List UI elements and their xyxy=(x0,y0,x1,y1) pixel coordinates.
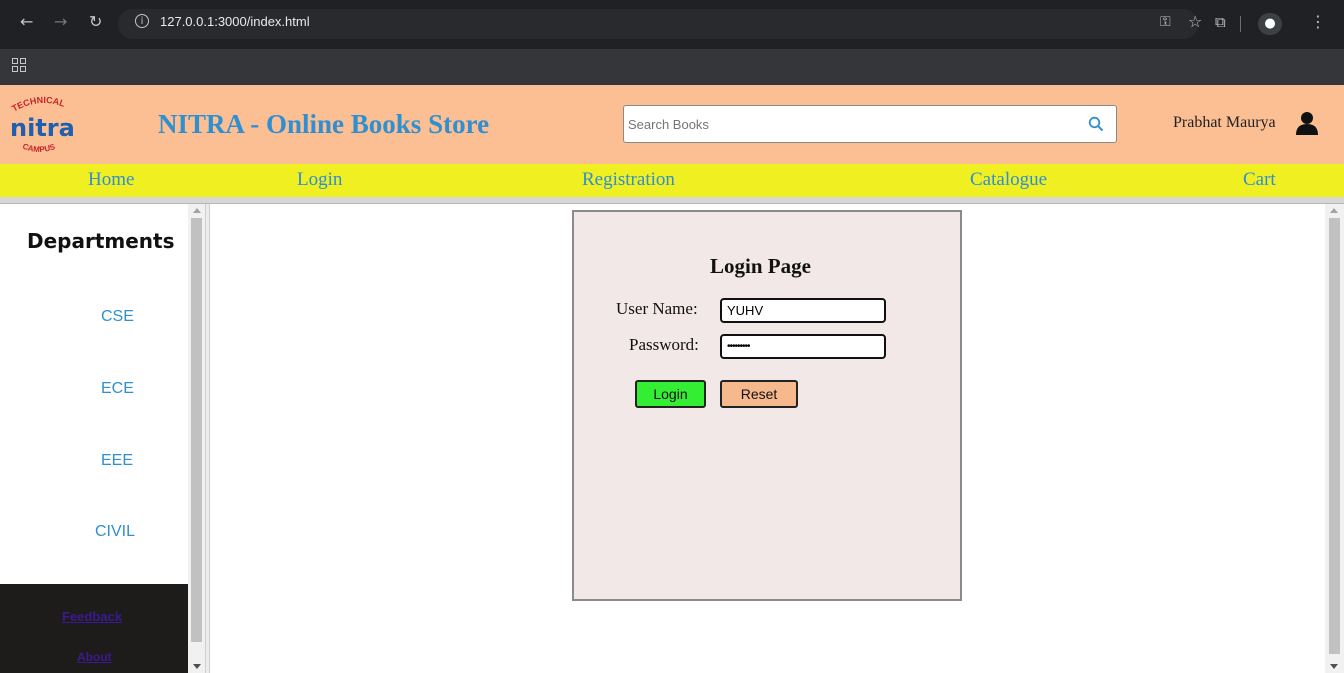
menu-kebab-icon[interactable]: ⋮ xyxy=(1310,12,1326,32)
feedback-link[interactable]: Feedback xyxy=(62,609,122,624)
bookmarks-bar xyxy=(0,49,1344,85)
reset-button[interactable]: Reset xyxy=(720,380,798,408)
svg-text:nitra: nitra xyxy=(10,114,75,142)
scroll-up-icon[interactable] xyxy=(1330,208,1338,213)
dept-link-civil[interactable]: CIVIL xyxy=(95,523,135,541)
search-box xyxy=(623,105,1117,143)
site-title: NITRA - Online Books Store xyxy=(158,109,490,139)
key-icon[interactable]: ⚿ xyxy=(1160,12,1171,32)
frame-divider xyxy=(205,204,210,673)
main-scrollbar[interactable] xyxy=(1325,204,1344,673)
nitra-logo[interactable]: TECHNICAL nitra CAMPUS xyxy=(8,92,80,156)
dept-link-ece[interactable]: ECE xyxy=(101,380,134,398)
about-link[interactable]: About xyxy=(77,650,112,664)
bookmark-star-icon[interactable]: ☆ xyxy=(1188,12,1202,32)
login-title: Login Page xyxy=(710,254,811,278)
user-name[interactable]: Prabhat Maurya xyxy=(1173,114,1276,132)
scroll-up-icon[interactable] xyxy=(193,208,201,213)
login-button[interactable]: Login xyxy=(635,380,706,408)
profile-icon[interactable]: ● xyxy=(1258,13,1282,35)
toolbar-separator xyxy=(1240,16,1241,32)
scrollbar-thumb[interactable] xyxy=(1329,218,1340,654)
nav-registration[interactable]: Registration xyxy=(582,169,675,191)
apps-grid-icon[interactable] xyxy=(12,58,26,72)
site-info-icon[interactable]: i xyxy=(135,14,149,28)
dept-link-eee[interactable]: EEE xyxy=(101,452,133,470)
dept-link-cse[interactable]: CSE xyxy=(101,308,134,326)
reload-icon[interactable]: ↻ xyxy=(89,12,102,32)
sidebar-scrollbar[interactable] xyxy=(188,204,205,673)
forward-icon[interactable]: → xyxy=(54,12,67,32)
nav-login[interactable]: Login xyxy=(297,169,342,191)
nav-divider xyxy=(0,197,1344,204)
back-icon[interactable]: ← xyxy=(20,12,33,32)
departments-title: Departments xyxy=(27,229,175,253)
password-input[interactable] xyxy=(720,334,886,359)
scroll-down-icon[interactable] xyxy=(1330,664,1338,669)
password-label: Password: xyxy=(629,335,699,354)
url-text[interactable]: 127.0.0.1:3000/index.html xyxy=(160,14,310,29)
svg-text:TECHNICAL: TECHNICAL xyxy=(10,95,67,114)
username-label: User Name: xyxy=(616,299,698,318)
nav-cart[interactable]: Cart xyxy=(1243,169,1276,191)
search-icon[interactable] xyxy=(1088,116,1104,132)
nav-catalogue[interactable]: Catalogue xyxy=(970,169,1047,191)
extensions-icon[interactable]: ⧉ xyxy=(1215,12,1226,32)
username-input[interactable] xyxy=(720,298,886,323)
user-icon[interactable] xyxy=(1296,111,1318,135)
nav-home[interactable]: Home xyxy=(88,169,134,191)
svg-text:CAMPUS: CAMPUS xyxy=(21,142,57,155)
search-input[interactable] xyxy=(628,114,1068,134)
scrollbar-thumb[interactable] xyxy=(191,218,202,642)
scroll-down-icon[interactable] xyxy=(193,664,201,669)
